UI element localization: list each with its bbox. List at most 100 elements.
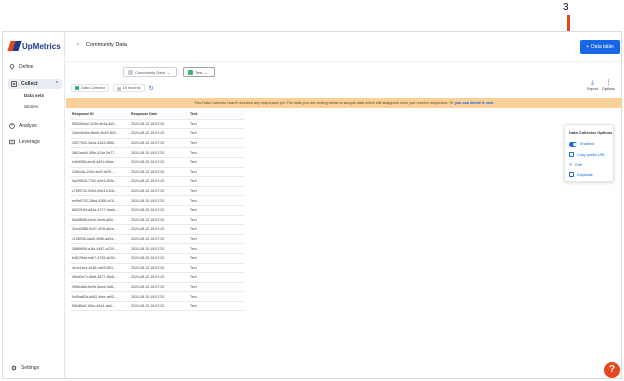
cell-text: Text <box>190 169 197 174</box>
table-row[interactable]: 226ec5c-24f4-4ed7-bf29-... 2024-08-15 18:… <box>70 168 244 178</box>
refresh-icon[interactable]: ↻ <box>149 85 154 92</box>
table-row[interactable]: 3ced2988-0c07-4f15-a5ce... 2024-08-15 18:… <box>70 225 244 235</box>
cell-text: Text <box>190 208 197 213</box>
enabled-label: Enabled <box>580 142 594 147</box>
data-table-button-label: Data table <box>591 44 614 50</box>
cell-text: Text <box>190 150 197 155</box>
sidebar-item-label: Analyze <box>19 123 37 129</box>
tab-label: Test <box>195 69 203 75</box>
copy-url-item[interactable]: Copy public URL <box>569 152 606 157</box>
sidebar-item-collect[interactable]: Collect ⌃ <box>8 79 62 89</box>
chevron-down-icon: ⌄ <box>204 69 208 75</box>
page-title: Community Data <box>86 42 127 48</box>
cell-response-date: 2024-08-15 18:57:20 <box>131 131 165 136</box>
tab-label: Community Data <box>135 69 165 75</box>
help-button[interactable]: ? <box>604 362 620 378</box>
table-row[interactable]: 4e1c1bcc-6186-4a09-891... 2024-08-15 18:5… <box>70 264 244 274</box>
copy-url-label: Copy public URL <box>577 152 606 157</box>
cell-response-id: 3ced2988-0c07-4f15-a5ce... <box>72 227 117 232</box>
sidebar: UpMetrics Define Collect ⌃ Data sets Sto… <box>3 32 65 378</box>
options-button[interactable]: ⋮ Options <box>602 80 615 91</box>
table-header-row: Response ID Response Date Text <box>70 110 244 120</box>
sidebar-item-define[interactable]: Define <box>9 64 61 70</box>
sidebar-subitem-data-sets[interactable]: Data sets <box>24 93 44 98</box>
collect-icon <box>11 81 17 87</box>
cell-response-id: 4e1c1bcc-6186-4a09-891... <box>72 265 116 270</box>
table-row[interactable]: e4fd09f8-aec8-4d91-b6de... 2024-08-15 18:… <box>70 158 244 168</box>
table-row[interactable]: 2a9ed94ee-8beb-4b45-800... 2024-08-15 18:… <box>70 129 244 139</box>
table-row[interactable]: 5dc5808f-b4cb-4ee6-af2e... 2024-08-15 18:… <box>70 216 244 226</box>
data-collector-label: Data Collector <box>81 86 106 90</box>
brand-name: UpMetrics <box>22 41 61 51</box>
table-row[interactable]: c755f742-92b4-49e3-b106... 2024-08-15 18:… <box>70 187 244 197</box>
collector-icon <box>188 69 193 75</box>
cell-response-id: 3801adc6-3f5e-414e-9e77... <box>72 150 118 155</box>
cell-response-id: 386f9859-a1fd-4487-a229-... <box>72 246 118 251</box>
sidebar-item-analyze[interactable]: Analyze <box>9 123 61 129</box>
logo[interactable]: UpMetrics <box>7 41 61 51</box>
enabled-toggle-row[interactable]: Enabled <box>569 142 594 147</box>
delete-sample-link[interactable]: you can delete it now. <box>455 101 494 105</box>
cell-response-date: 2024-08-15 18:57:20 <box>131 237 165 242</box>
cell-response-date: 2024-08-15 18:57:20 <box>131 304 165 309</box>
plus-icon: + <box>586 44 590 50</box>
cell-text: Text <box>190 179 197 184</box>
cell-response-date: 2024-08-15 18:57:20 <box>131 198 165 203</box>
table-row[interactable]: 652091bf-a53a-4717-9aa9-... 2024-08-15 18… <box>70 206 244 216</box>
page-header: ‹ Community Data + Data table <box>66 32 622 62</box>
export-button[interactable]: ⤓ Export <box>587 80 598 91</box>
column-header-text[interactable]: Text <box>188 112 244 116</box>
download-icon: ⤓ <box>591 80 594 86</box>
tab-community-data[interactable]: Community Data ⌄ <box>123 67 177 77</box>
sidebar-item-settings[interactable]: Settings <box>11 365 39 371</box>
sidebar-subitem-stories[interactable]: Stories <box>24 104 38 109</box>
edit-item[interactable]: ✎ Edit <box>569 162 582 168</box>
table-row[interactable]: 3f9bea8d-bb9b-4bea-9c8f... 2024-08-15 18:… <box>70 283 244 293</box>
leverage-icon <box>9 139 15 145</box>
sidebar-item-label: Settings <box>21 365 40 371</box>
cell-text: Text <box>190 121 197 126</box>
annotation-number: 3 <box>563 2 569 13</box>
cell-text: Text <box>190 294 197 299</box>
table-row[interactable]: 0e0ba82b-6d92-4fee-aef3-... 2024-08-15 18… <box>70 292 244 302</box>
sidebar-item-leverage[interactable]: Leverage <box>9 139 61 145</box>
data-collector-button[interactable]: Data Collector <box>71 84 110 92</box>
cell-response-date: 2024-08-15 18:57:20 <box>131 294 165 299</box>
cell-response-id: 3f9bea8d-bb9b-4bea-9c8f... <box>72 284 117 289</box>
records-label: 19 records <box>122 86 141 90</box>
table-row[interactable]: ee5b9732-28ed-4366-a76... 2024-08-15 18:5… <box>70 196 244 206</box>
table-row[interactable]: 33f77942-3a2a-4343-86f5... 2024-08-15 18:… <box>70 139 244 149</box>
table-row[interactable]: 386f9859-a1fd-4487-a229-... 2024-08-15 18… <box>70 244 244 254</box>
table-row[interactable]: f9646fa0-10be-44e4-ab6... 2024-08-15 18:5… <box>70 302 244 312</box>
column-header-response-date[interactable]: Response Date <box>129 112 188 116</box>
cell-response-date: 2024-08-15 18:57:20 <box>131 265 165 270</box>
cell-response-date: 2024-08-15 18:57:20 <box>131 150 165 155</box>
analyze-icon <box>9 123 15 129</box>
upmetrics-logo-icon <box>7 41 22 51</box>
table-row[interactable]: 1198936-9ad0-455b-ad2a... 2024-08-15 18:5… <box>70 235 244 245</box>
data-table-button[interactable]: + Data table <box>580 40 620 54</box>
table-row[interactable]: 06bd2e71-dfa6-4877-86d1... 2024-08-15 18:… <box>70 273 244 283</box>
app-window: UpMetrics Define Collect ⌃ Data sets Sto… <box>2 31 622 379</box>
cell-text: Text <box>190 189 197 194</box>
table-row[interactable]: 5f55d0ea2-2c9d-4b4a-8d2... 2024-08-15 18:… <box>70 120 244 130</box>
cell-response-date: 2024-08-15 18:57:20 <box>131 189 165 194</box>
cell-text: Text <box>190 141 197 146</box>
column-header-response-id[interactable]: Response ID <box>70 112 129 116</box>
duplicate-item[interactable]: Duplicate <box>569 172 593 177</box>
cell-text: Text <box>190 265 197 270</box>
table-row[interactable]: b4619fdd-ddb7-4745-ab34... 2024-08-15 18:… <box>70 254 244 264</box>
cell-response-id: 652091bf-a53a-4717-9aa9-... <box>72 208 119 213</box>
enabled-toggle[interactable] <box>569 142 577 147</box>
table-row[interactable]: 3801adc6-3f5e-414e-9e77... 2024-08-15 18:… <box>70 148 244 158</box>
cell-response-date: 2024-08-15 18:57:20 <box>131 275 165 280</box>
tab-test[interactable]: Test ⌄ <box>183 67 215 77</box>
back-chevron-icon[interactable]: ‹ <box>77 42 79 48</box>
duplicate-icon <box>569 172 574 177</box>
collector-icon <box>75 86 79 90</box>
table-row[interactable]: 0a295f16-77b2-49e3-82fe... 2024-08-15 18:… <box>70 177 244 187</box>
responses-table: Response ID Response Date Text 5f55d0ea2… <box>70 110 244 312</box>
cell-text: Text <box>190 256 197 261</box>
cell-response-date: 2024-08-15 18:57:20 <box>131 208 165 213</box>
cell-response-id: 1198936-9ad0-455b-ad2a... <box>72 237 117 242</box>
